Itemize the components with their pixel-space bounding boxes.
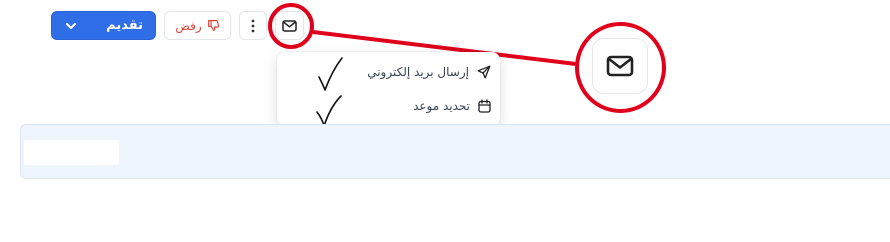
calendar-icon (478, 99, 491, 113)
menu-item-schedule-appointment[interactable]: تحديد موعد (277, 91, 500, 121)
annotation-circle-large (575, 22, 666, 113)
content-panel (20, 124, 890, 179)
send-icon (477, 65, 491, 79)
annotation-circle-small (268, 3, 314, 49)
menu-item-label: إرسال بريد إلكتروني (367, 65, 469, 79)
checkmark-annotation (318, 57, 343, 91)
menu-item-label: تحديد موعد (413, 99, 470, 113)
menu-item-send-email[interactable]: إرسال بريد إلكتروني (277, 57, 500, 87)
redacted-area (24, 140, 119, 165)
email-dropdown-menu: إرسال بريد إلكتروني تحديد موعد (277, 52, 500, 126)
